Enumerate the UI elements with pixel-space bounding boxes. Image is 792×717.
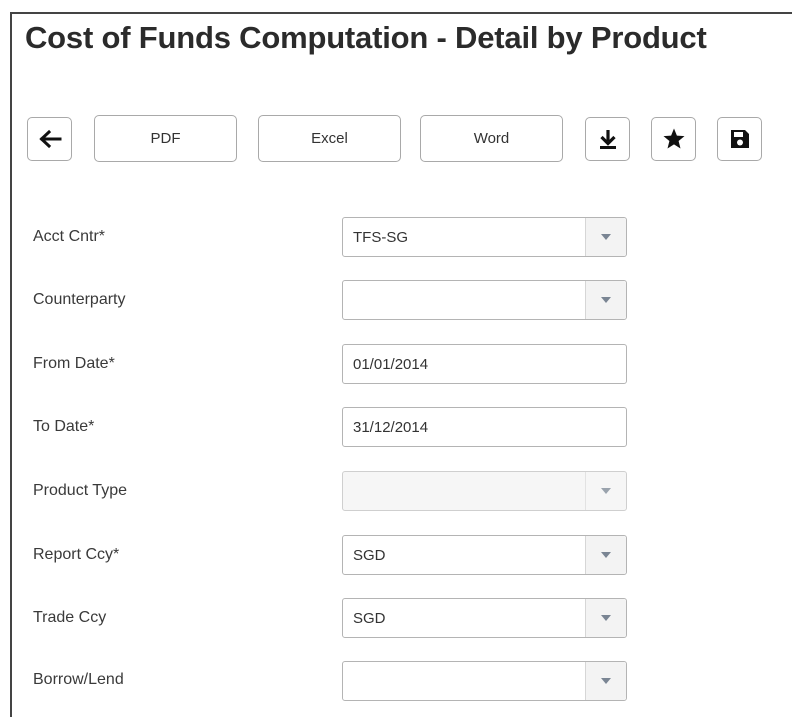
counterparty-label: Counterparty [33,291,126,308]
back-button[interactable] [27,117,72,161]
trade-ccy-select[interactable]: SGD [342,598,627,638]
report-ccy-label: Report Ccy* [33,546,120,563]
counterparty-select[interactable] [342,280,627,320]
product-type-label: Product Type [33,482,127,499]
arrow-left-icon [38,129,61,149]
to-date-label: To Date* [33,418,95,435]
chevron-down-icon[interactable] [585,472,626,510]
save-button[interactable] [717,117,762,161]
download-icon [599,130,616,149]
pdf-button[interactable]: PDF [94,115,237,162]
borrow-lend-label: Borrow/Lend [33,671,124,688]
from-date-label: From Date* [33,355,115,372]
from-date-input[interactable] [343,345,626,383]
product-type-select[interactable] [342,471,627,511]
chevron-down-icon[interactable] [585,281,626,319]
report-ccy-select[interactable]: SGD [342,535,627,575]
trade-ccy-label: Trade Ccy [33,609,107,626]
acct-cntr-label: Acct Cntr* [33,228,106,245]
word-button[interactable]: Word [420,115,563,162]
chevron-down-icon[interactable] [585,599,626,637]
to-date-field[interactable] [342,407,627,447]
floppy-disk-icon [730,130,749,148]
chevron-down-icon[interactable] [585,536,626,574]
borrow-lend-select[interactable] [342,661,627,701]
chevron-down-icon[interactable] [585,662,626,700]
download-button[interactable] [585,117,630,161]
acct-cntr-select[interactable]: TFS-SG [342,217,627,257]
favorite-button[interactable] [651,117,696,161]
from-date-field[interactable] [342,344,627,384]
star-icon [663,128,684,149]
page-title: Cost of Funds Computation - Detail by Pr… [25,20,707,55]
acct-cntr-value: TFS-SG [353,228,408,246]
report-ccy-value: SGD [353,546,386,564]
to-date-input[interactable] [343,408,626,446]
trade-ccy-value: SGD [353,609,386,627]
excel-button[interactable]: Excel [258,115,401,162]
chevron-down-icon[interactable] [585,218,626,256]
